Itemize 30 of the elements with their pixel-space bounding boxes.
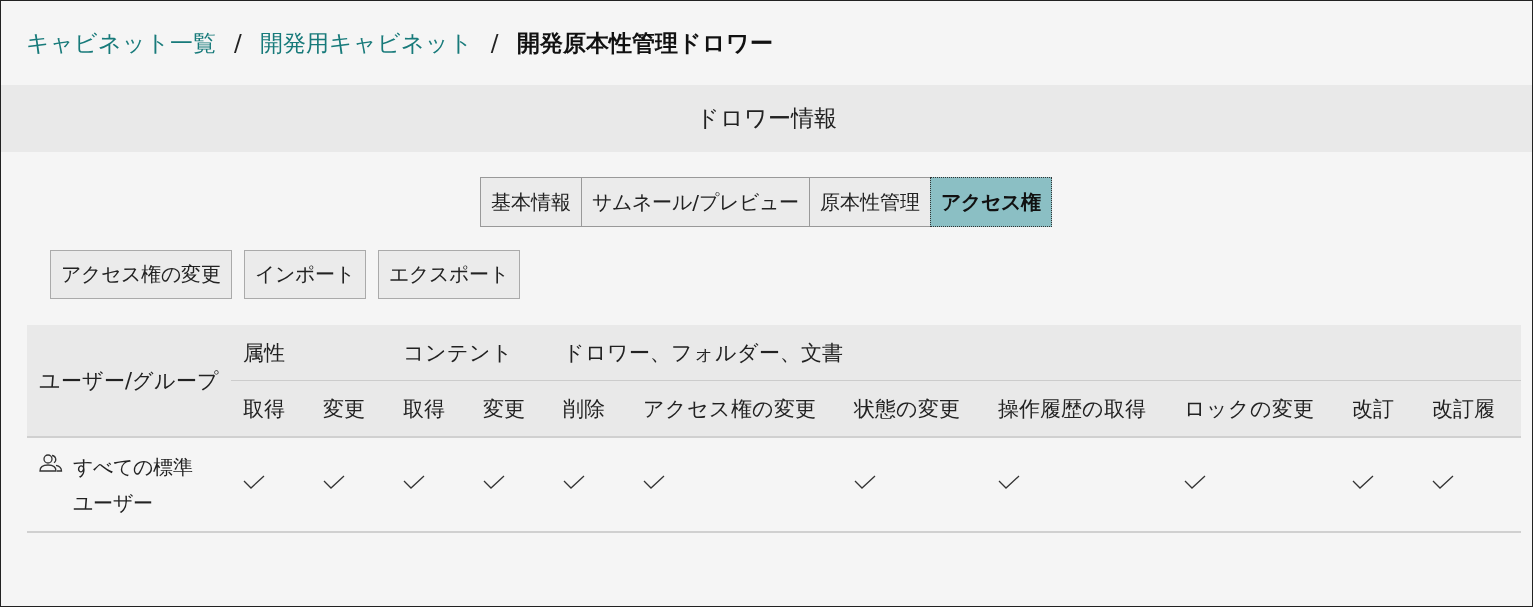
user-group-name: すべての標準ユーザー [73, 453, 194, 517]
column-group-header: ドロワー、フォルダー、文書 [563, 340, 844, 365]
column-header: ロックの変更 [1172, 380, 1341, 437]
breadcrumb-current: 開発原本性管理ドロワー [516, 28, 773, 58]
users-icon [39, 452, 63, 473]
column-header: 状態の変更 [842, 380, 987, 437]
action-button[interactable]: インポート [244, 250, 366, 299]
section-title: ドロワー情報 [696, 104, 837, 133]
tab[interactable]: 基本情報 [480, 177, 583, 227]
column-header: 操作履歴の取得 [986, 380, 1173, 437]
column-group-header: 属性 [243, 340, 286, 365]
action-button[interactable]: エクスポート [378, 250, 520, 299]
action-button[interactable]: アクセス権の変更 [50, 250, 232, 299]
column-header: 変更 [311, 380, 392, 437]
column-header: 取得 [391, 380, 472, 437]
column-header: ユーザー/グループ [27, 325, 232, 437]
column-group-header: コンテント [403, 340, 514, 365]
column-header: 変更 [471, 380, 552, 437]
tab[interactable]: サムネール/プレビュー [581, 177, 810, 227]
column-header: 削除 [551, 380, 632, 437]
breadcrumb-separator: / [234, 30, 242, 56]
tab[interactable]: 原本性管理 [808, 177, 931, 227]
breadcrumb-link[interactable]: 開発用キャビネット [259, 27, 473, 59]
breadcrumb-link[interactable]: キャビネット一覧 [26, 27, 216, 59]
column-header: 改訂履 [1420, 380, 1522, 437]
breadcrumb-separator: / [490, 30, 499, 56]
column-header: アクセス権の変更 [631, 380, 843, 437]
tab[interactable]: アクセス権 [929, 177, 1052, 227]
column-header: 改訂 [1340, 380, 1421, 437]
column-header: 取得 [231, 380, 312, 437]
